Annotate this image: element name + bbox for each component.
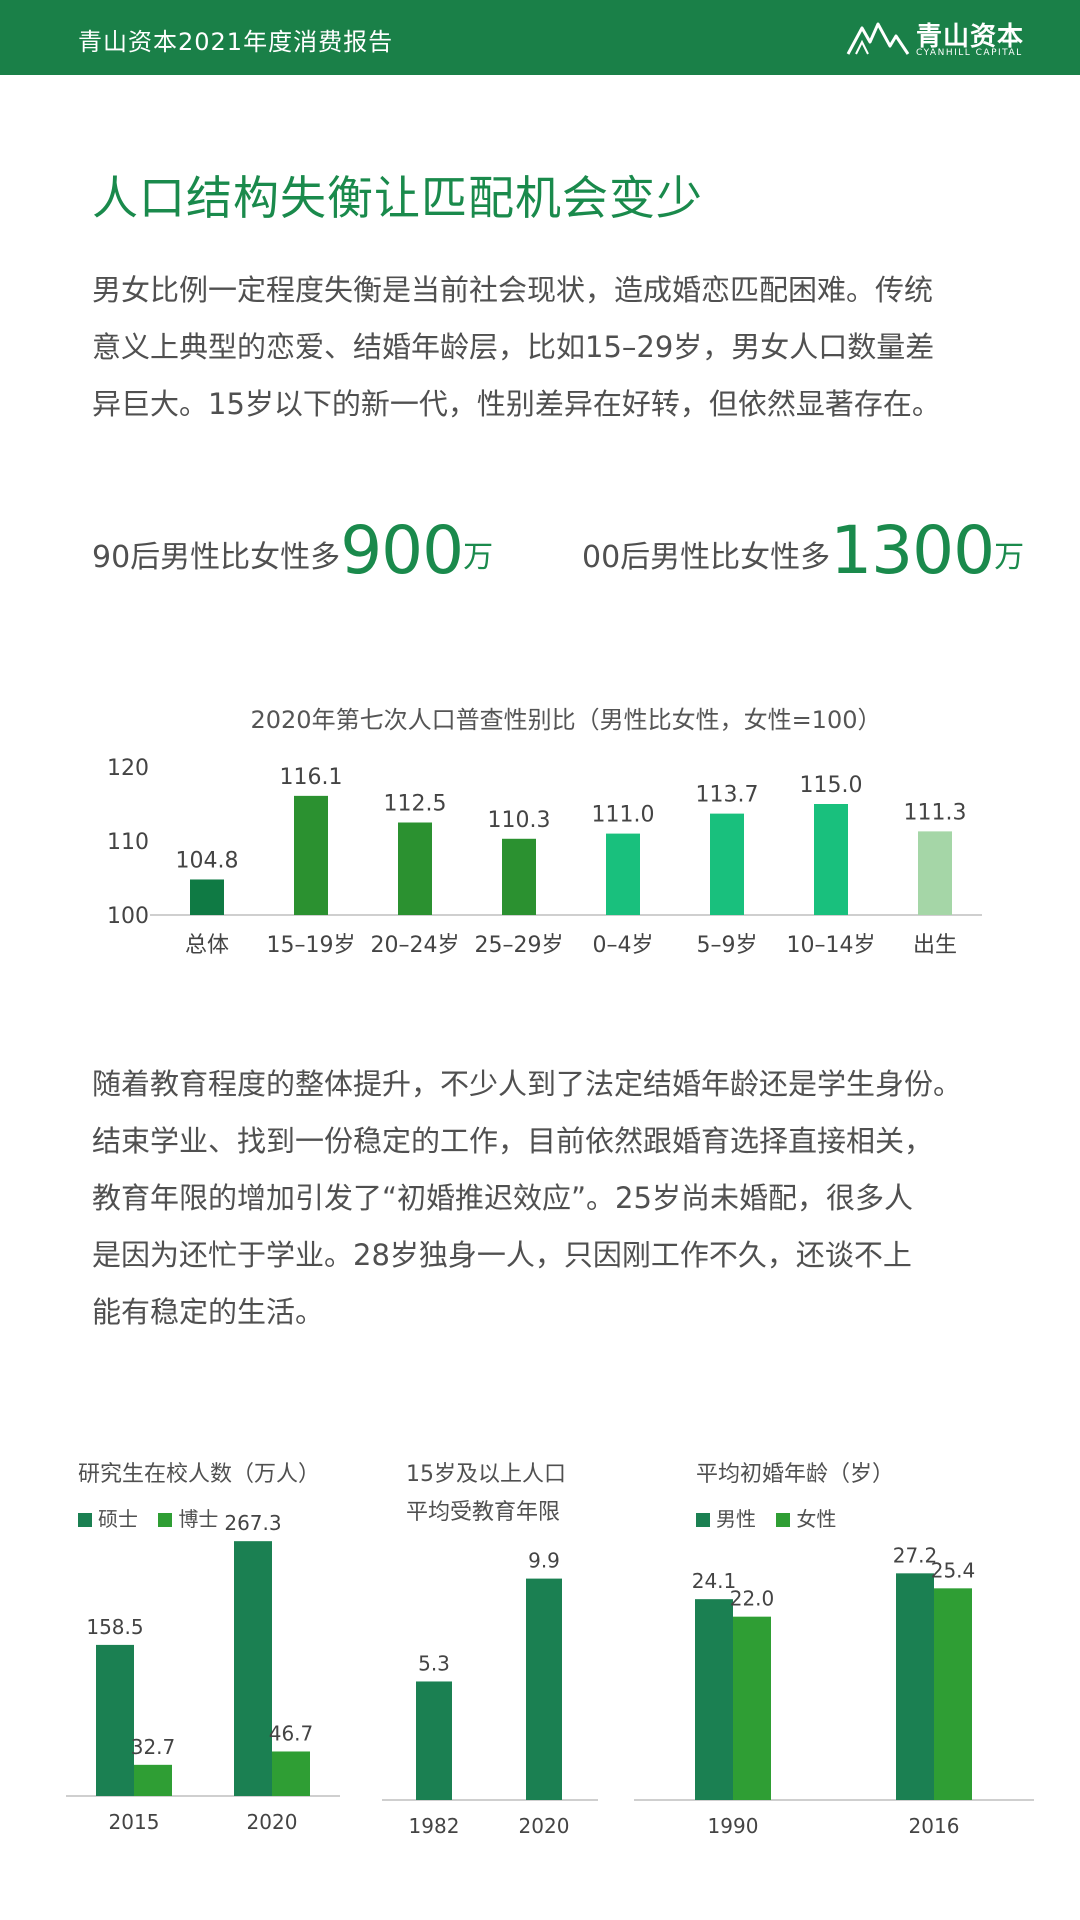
bar bbox=[96, 1644, 134, 1796]
x-tick-label: 2016 bbox=[909, 1814, 960, 1838]
bar bbox=[606, 833, 640, 915]
bar bbox=[416, 1681, 452, 1800]
paragraph-line: 能有稳定的生活。 bbox=[92, 1295, 325, 1329]
census-chart-title: 2020年第七次人口普查性别比（男性比女性，女性=100） bbox=[251, 706, 882, 734]
bar bbox=[695, 1599, 733, 1800]
legend-label: 博士 bbox=[178, 1507, 219, 1531]
edu-chart-title: 15岁及以上人口 平均受教育年限 bbox=[406, 1456, 566, 1532]
education-paragraph: 随着教育程度的整体提升，不少人到了法定结婚年龄还是学生身份。 结束学业、找到一份… bbox=[92, 1056, 1052, 1341]
paragraph-line: 教育年限的增加引发了“初婚推迟效应”。25岁尚未婚配，很多人 bbox=[92, 1181, 913, 1215]
paragraph-line: 是因为还忙于学业。28岁独身一人，只因刚工作不久，还谈不上 bbox=[92, 1238, 912, 1272]
data-label: 32.7 bbox=[131, 1735, 176, 1759]
bar bbox=[733, 1616, 771, 1800]
bar bbox=[294, 795, 328, 915]
data-label: 267.3 bbox=[224, 1511, 281, 1535]
bar bbox=[190, 879, 224, 915]
paragraph-line: 随着教育程度的整体提升，不少人到了法定结婚年龄还是学生身份。 bbox=[92, 1067, 963, 1101]
bar bbox=[398, 822, 432, 915]
data-label: 112.5 bbox=[384, 792, 447, 817]
x-tick-label: 2015 bbox=[109, 1810, 160, 1834]
bar bbox=[502, 838, 536, 915]
data-label: 111.0 bbox=[592, 803, 655, 828]
legend-swatch bbox=[78, 1513, 92, 1527]
data-label: 5.3 bbox=[418, 1651, 450, 1675]
data-label: 25.4 bbox=[931, 1558, 976, 1582]
x-tick-label: 2020 bbox=[519, 1814, 570, 1838]
bar bbox=[526, 1578, 562, 1800]
x-tick-label: 出生 bbox=[913, 933, 957, 958]
legend-label: 男性 bbox=[716, 1507, 756, 1531]
y-tick-label: 110 bbox=[107, 830, 149, 855]
x-tick-label: 5–9岁 bbox=[697, 933, 758, 958]
x-tick-label: 15–19岁 bbox=[267, 933, 356, 958]
x-tick-label: 0–4岁 bbox=[593, 933, 654, 958]
marriage-chart-title: 平均初婚年龄（岁） bbox=[696, 1462, 895, 1487]
data-label: 111.3 bbox=[904, 800, 967, 825]
data-label: 113.7 bbox=[696, 783, 759, 808]
edu-chart-title-line: 15岁及以上人口 bbox=[406, 1462, 566, 1487]
bar bbox=[814, 804, 848, 915]
data-label: 104.8 bbox=[176, 848, 239, 873]
bar bbox=[234, 1541, 272, 1796]
bar bbox=[918, 831, 952, 915]
legend-swatch bbox=[696, 1513, 710, 1527]
x-tick-label: 总体 bbox=[185, 933, 229, 958]
bar bbox=[272, 1751, 310, 1796]
data-label: 22.0 bbox=[730, 1587, 775, 1611]
legend-item-master: 硕士 bbox=[78, 1507, 138, 1531]
bar bbox=[896, 1573, 934, 1800]
bar bbox=[934, 1588, 972, 1800]
grad-chart-legend: 硕士 博士 bbox=[78, 1503, 232, 1532]
legend-item-male: 男性 bbox=[696, 1507, 756, 1531]
legend-swatch bbox=[158, 1513, 173, 1527]
y-tick-label: 120 bbox=[107, 756, 149, 781]
data-label: 158.5 bbox=[86, 1615, 143, 1639]
x-tick-label: 25–29岁 bbox=[475, 933, 564, 958]
legend-label: 硕士 bbox=[98, 1507, 138, 1531]
legend-item-female: 女性 bbox=[776, 1507, 836, 1531]
data-label: 116.1 bbox=[280, 765, 343, 790]
legend-item-phd: 博士 bbox=[158, 1507, 218, 1531]
grad-chart-title: 研究生在校人数（万人） bbox=[78, 1462, 321, 1487]
bar bbox=[134, 1764, 172, 1796]
x-tick-label: 10–14岁 bbox=[787, 933, 876, 958]
paragraph-line: 结束学业、找到一份稳定的工作，目前依然跟婚育选择直接相关， bbox=[92, 1124, 934, 1158]
y-tick-label: 100 bbox=[107, 904, 149, 929]
x-tick-label: 1982 bbox=[409, 1814, 460, 1838]
legend-label: 女性 bbox=[796, 1507, 837, 1531]
x-tick-label: 1990 bbox=[708, 1814, 759, 1838]
marriage-chart-legend: 男性 女性 bbox=[696, 1503, 850, 1532]
data-label: 9.9 bbox=[528, 1549, 560, 1573]
data-label: 115.0 bbox=[800, 773, 863, 798]
data-label: 46.7 bbox=[269, 1721, 314, 1745]
charts-canvas: 2020年第七次人口普查性别比（男性比女性，女性=100） 100 110 120 10… bbox=[66, 706, 1034, 1838]
legend-swatch bbox=[776, 1513, 791, 1527]
bar bbox=[710, 813, 744, 915]
x-tick-label: 2020 bbox=[247, 1810, 298, 1834]
edu-chart-title-line: 平均受教育年限 bbox=[406, 1500, 561, 1525]
x-tick-label: 20–24岁 bbox=[371, 933, 460, 958]
data-label: 110.3 bbox=[488, 808, 551, 833]
